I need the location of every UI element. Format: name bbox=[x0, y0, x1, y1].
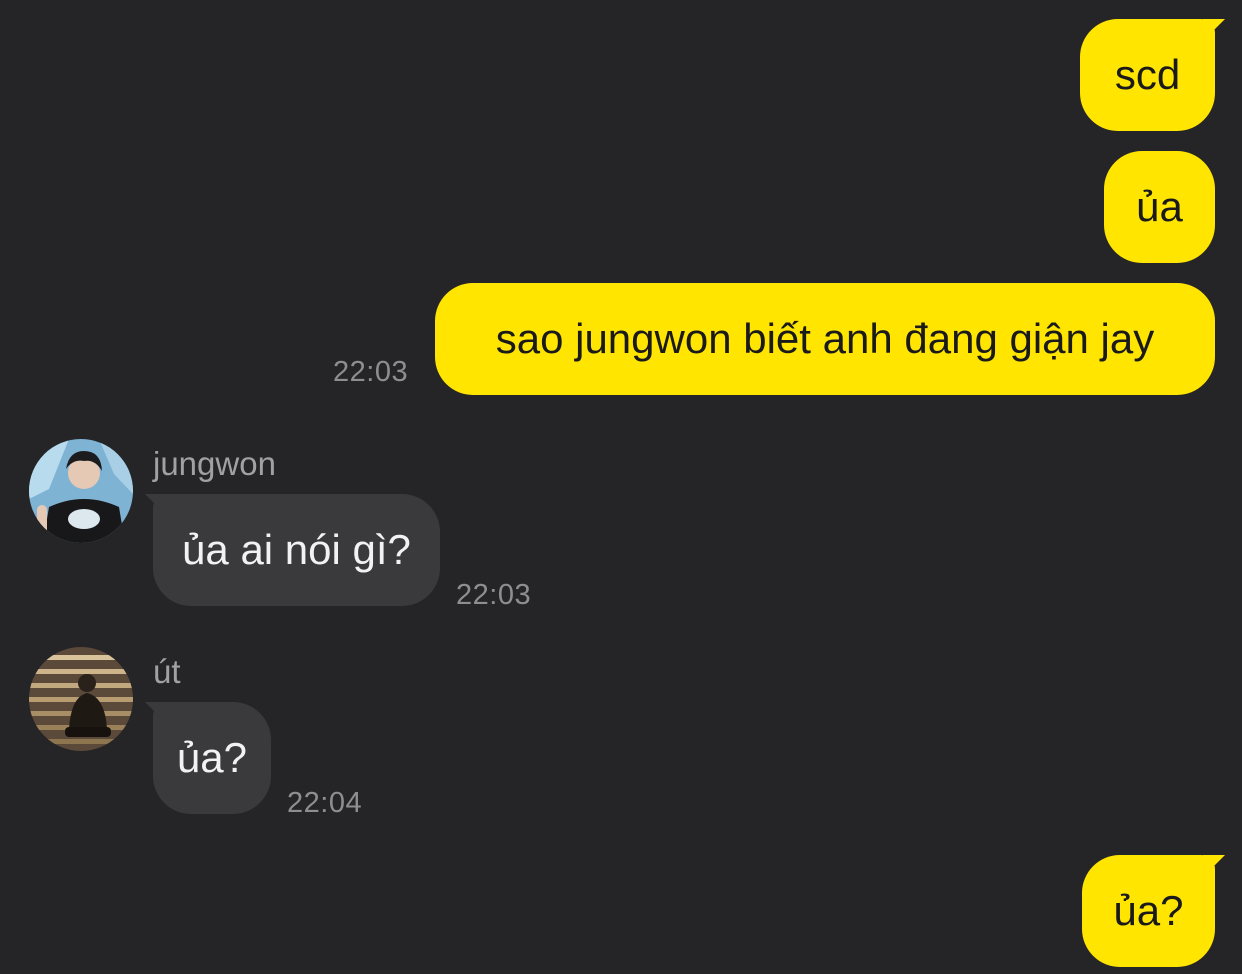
message-text: scd bbox=[1114, 51, 1181, 98]
message-text: ủa? bbox=[176, 734, 248, 781]
jungwon-avatar[interactable] bbox=[29, 439, 133, 543]
outgoing-message-bubble[interactable]: sao jungwon biết anh đang giận jay bbox=[435, 283, 1215, 395]
message-timestamp: 22:04 bbox=[287, 787, 363, 819]
outgoing-message-bubble[interactable]: ủa bbox=[1104, 151, 1215, 263]
message-text: ủa? bbox=[1113, 887, 1184, 934]
sender-name: út bbox=[153, 653, 181, 690]
incoming-message-bubble[interactable]: ủa? bbox=[153, 702, 271, 814]
outgoing-message-bubble[interactable]: ủa? bbox=[1082, 855, 1215, 967]
message-timestamp: 22:03 bbox=[333, 356, 409, 388]
message-text: sao jungwon biết anh đang giận jay bbox=[495, 315, 1155, 362]
ut-avatar[interactable] bbox=[29, 647, 133, 751]
avatar-image bbox=[29, 647, 133, 751]
avatar-image bbox=[29, 439, 133, 543]
message-timestamp: 22:03 bbox=[456, 579, 532, 611]
incoming-message-bubble[interactable]: ủa ai nói gì? bbox=[153, 494, 440, 606]
message-text: ủa bbox=[1136, 183, 1183, 230]
sender-name: jungwon bbox=[153, 445, 276, 482]
outgoing-message-bubble[interactable]: scd bbox=[1080, 19, 1215, 131]
message-text: ủa ai nói gì? bbox=[182, 526, 411, 573]
